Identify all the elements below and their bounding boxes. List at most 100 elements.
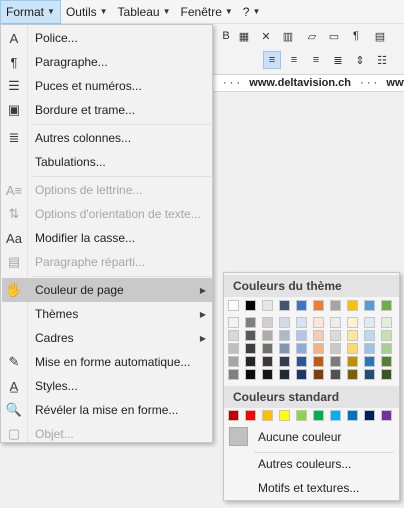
theme-shade-swatch[interactable] <box>262 330 273 341</box>
theme-shade-swatch[interactable] <box>364 369 375 380</box>
theme-shade-swatch[interactable] <box>228 356 239 367</box>
theme-shade-swatch[interactable] <box>364 343 375 354</box>
theme-shade-swatch[interactable] <box>296 330 307 341</box>
theme-color-swatch[interactable] <box>330 300 341 311</box>
theme-shade-swatch[interactable] <box>347 369 358 380</box>
theme-shade-swatch[interactable] <box>364 356 375 367</box>
numbering-icon[interactable]: ☷ <box>373 51 391 69</box>
theme-color-swatch[interactable] <box>279 300 290 311</box>
standard-color-swatch[interactable] <box>330 410 341 421</box>
menubar-item-fenêtre[interactable]: Fenêtre ▼ <box>176 0 238 24</box>
excel-icon[interactable]: ✕ <box>257 27 275 45</box>
theme-shade-swatch[interactable] <box>279 369 290 380</box>
theme-shade-swatch[interactable] <box>364 317 375 328</box>
menu-item-11[interactable]: Thèmes ▶ <box>2 302 212 326</box>
no-color-item[interactable]: Aucune couleur <box>225 425 399 449</box>
theme-shade-swatch[interactable] <box>228 330 239 341</box>
menu-item-8[interactable]: Aa Modifier la casse... <box>2 226 212 250</box>
theme-shade-swatch[interactable] <box>381 330 392 341</box>
theme-shade-swatch[interactable] <box>279 356 290 367</box>
theme-shade-swatch[interactable] <box>347 330 358 341</box>
drawing-icon[interactable]: ▱ <box>303 27 321 45</box>
theme-shade-swatch[interactable] <box>296 356 307 367</box>
menu-item-2[interactable]: ☰ Puces et numéros... <box>2 74 212 98</box>
theme-shade-swatch[interactable] <box>313 330 324 341</box>
theme-shade-swatch[interactable] <box>330 369 341 380</box>
menu-item-10[interactable]: 🖐 Couleur de page ▶ <box>2 278 212 302</box>
show-hide-icon[interactable]: ¶ <box>347 27 365 45</box>
standard-color-swatch[interactable] <box>228 410 239 421</box>
theme-shade-swatch[interactable] <box>245 356 256 367</box>
theme-shade-swatch[interactable] <box>330 356 341 367</box>
menu-item-13[interactable]: ✎ Mise en forme automatique... <box>2 350 212 374</box>
columns-icon[interactable]: ▥ <box>279 27 297 45</box>
theme-shade-swatch[interactable] <box>262 343 273 354</box>
theme-color-swatch[interactable] <box>381 300 392 311</box>
more-colors-item[interactable]: Autres couleurs... <box>225 452 399 476</box>
theme-shade-swatch[interactable] <box>313 356 324 367</box>
standard-color-swatch[interactable] <box>245 410 256 421</box>
theme-shade-swatch[interactable] <box>279 317 290 328</box>
align-center-icon[interactable]: ≡ <box>285 51 303 69</box>
theme-shade-swatch[interactable] <box>347 317 358 328</box>
theme-color-swatch[interactable] <box>347 300 358 311</box>
bold-icon[interactable]: B <box>217 27 235 45</box>
theme-shade-swatch[interactable] <box>262 317 273 328</box>
theme-color-swatch[interactable] <box>228 300 239 311</box>
zoom-icon[interactable]: ▤ <box>371 27 389 45</box>
menu-item-1[interactable]: ¶ Paragraphe... <box>2 50 212 74</box>
theme-color-swatch[interactable] <box>313 300 324 311</box>
menu-item-12[interactable]: Cadres ▶ <box>2 326 212 350</box>
table-icon[interactable]: ▦ <box>235 27 253 45</box>
theme-shade-swatch[interactable] <box>279 330 290 341</box>
theme-shade-swatch[interactable] <box>364 330 375 341</box>
theme-shade-swatch[interactable] <box>330 343 341 354</box>
theme-shade-swatch[interactable] <box>262 356 273 367</box>
menu-item-15[interactable]: 🔍 Révéler la mise en forme... <box>2 398 212 422</box>
theme-color-swatch[interactable] <box>364 300 375 311</box>
theme-shade-swatch[interactable] <box>381 369 392 380</box>
theme-shade-swatch[interactable] <box>296 343 307 354</box>
menubar-item-tableau[interactable]: Tableau ▼ <box>113 0 176 24</box>
theme-shade-swatch[interactable] <box>330 317 341 328</box>
theme-color-swatch[interactable] <box>296 300 307 311</box>
theme-shade-swatch[interactable] <box>381 343 392 354</box>
align-right-icon[interactable]: ≡ <box>307 51 325 69</box>
standard-color-swatch[interactable] <box>347 410 358 421</box>
menubar-item-help[interactable]: ? ▼ <box>238 0 266 24</box>
justify-icon[interactable]: ≣ <box>329 51 347 69</box>
theme-shade-swatch[interactable] <box>245 330 256 341</box>
theme-shade-swatch[interactable] <box>228 317 239 328</box>
align-left-icon[interactable]: ≡ <box>263 51 281 69</box>
menubar-item-format[interactable]: Format ▼ <box>0 0 61 24</box>
theme-shade-swatch[interactable] <box>245 369 256 380</box>
standard-color-swatch[interactable] <box>381 410 392 421</box>
menubar-item-outils[interactable]: Outils ▼ <box>61 0 113 24</box>
line-spacing-icon[interactable]: ⇕ <box>351 51 369 69</box>
menu-item-5[interactable]: Tabulations... <box>2 150 212 174</box>
theme-shade-swatch[interactable] <box>228 369 239 380</box>
fill-effects-item[interactable]: Motifs et textures... <box>225 476 399 500</box>
theme-shade-swatch[interactable] <box>296 369 307 380</box>
theme-shade-swatch[interactable] <box>296 317 307 328</box>
menu-item-4[interactable]: ≣ Autres colonnes... <box>2 126 212 150</box>
theme-shade-swatch[interactable] <box>381 317 392 328</box>
theme-shade-swatch[interactable] <box>313 343 324 354</box>
document-map-icon[interactable]: ▭ <box>325 27 343 45</box>
menu-item-0[interactable]: A Police... <box>2 26 212 50</box>
standard-color-swatch[interactable] <box>364 410 375 421</box>
standard-color-swatch[interactable] <box>279 410 290 421</box>
theme-shade-swatch[interactable] <box>245 343 256 354</box>
theme-shade-swatch[interactable] <box>313 317 324 328</box>
theme-shade-swatch[interactable] <box>313 369 324 380</box>
menu-item-3[interactable]: ▣ Bordure et trame... <box>2 98 212 122</box>
theme-color-swatch[interactable] <box>262 300 273 311</box>
theme-shade-swatch[interactable] <box>279 343 290 354</box>
standard-color-swatch[interactable] <box>296 410 307 421</box>
theme-shade-swatch[interactable] <box>228 343 239 354</box>
standard-color-swatch[interactable] <box>313 410 324 421</box>
theme-color-swatch[interactable] <box>245 300 256 311</box>
theme-shade-swatch[interactable] <box>347 356 358 367</box>
menu-item-14[interactable]: A̲ Styles... <box>2 374 212 398</box>
theme-shade-swatch[interactable] <box>245 317 256 328</box>
